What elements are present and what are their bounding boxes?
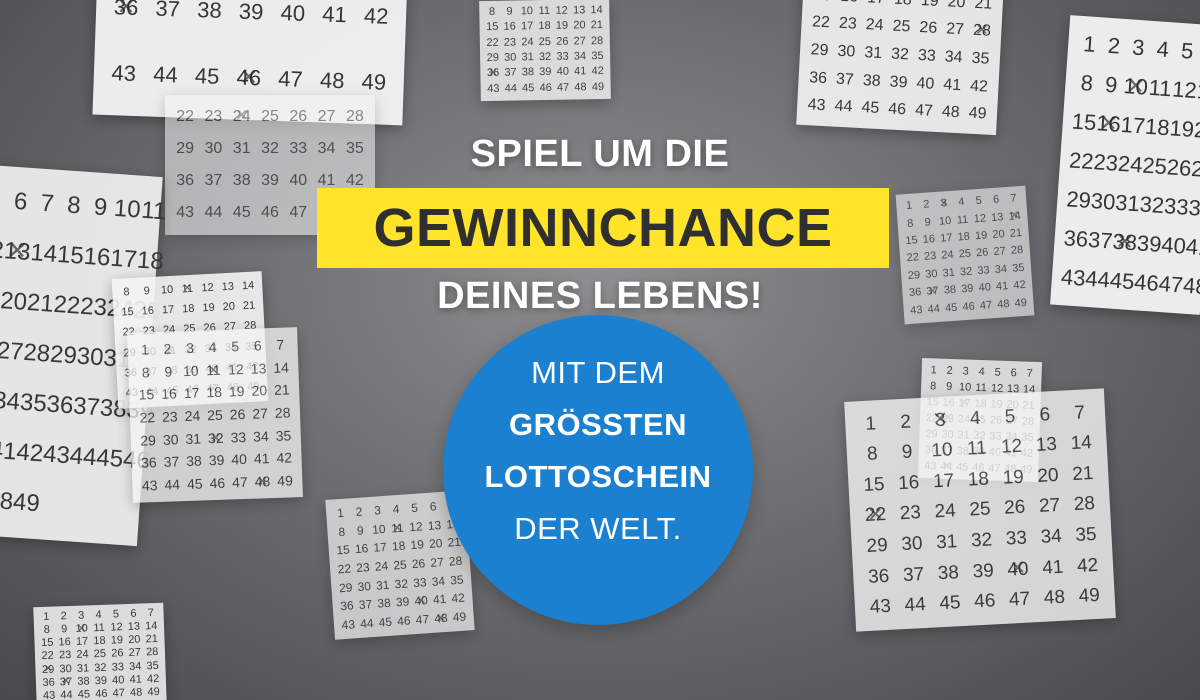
promo-circle: MIT DEM GRÖSSTEN LOTTOSCHEIN DER WELT. [443,315,753,625]
circle-line-1: MIT DEM [531,355,665,390]
circle-line-2: GRÖSSTEN [509,407,687,442]
headline-highlight: GEWINNCHANCE [317,188,889,268]
circle-line-4: DER WELT. [514,511,682,546]
headline-line-1: SPIEL UM DIE [470,133,730,175]
headline-line-3: DEINES LEBENS! [437,275,763,317]
circle-line-3: LOTTOSCHEIN [484,459,712,494]
